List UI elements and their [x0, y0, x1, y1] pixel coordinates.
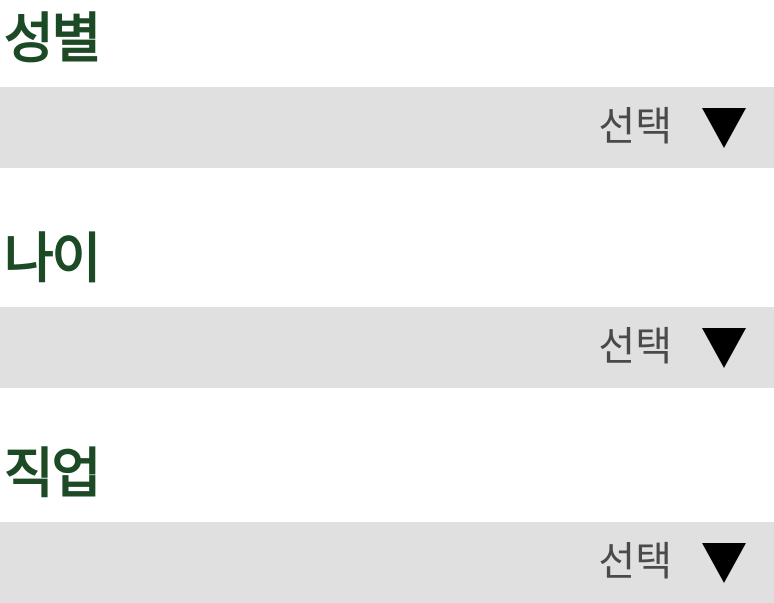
age-label: 나이: [4, 227, 101, 290]
triangle-down-icon: [702, 108, 746, 148]
triangle-down-icon: [702, 543, 746, 583]
occupation-select[interactable]: 선택: [0, 522, 774, 603]
age-select-value: 선택: [598, 324, 672, 370]
gender-select-value: 선택: [598, 104, 672, 150]
occupation-field: 직업 선택: [0, 439, 774, 603]
occupation-label: 직업: [4, 442, 101, 505]
age-field: 나이 선택: [0, 224, 774, 388]
profile-form: 성별 선택 나이 선택 직업 선택: [0, 0, 774, 603]
occupation-select-value: 선택: [598, 539, 672, 585]
age-select[interactable]: 선택: [0, 307, 774, 388]
gender-label: 성별: [4, 7, 101, 70]
triangle-down-icon: [702, 328, 746, 368]
gender-field: 성별 선택: [0, 4, 774, 168]
gender-select[interactable]: 선택: [0, 87, 774, 168]
